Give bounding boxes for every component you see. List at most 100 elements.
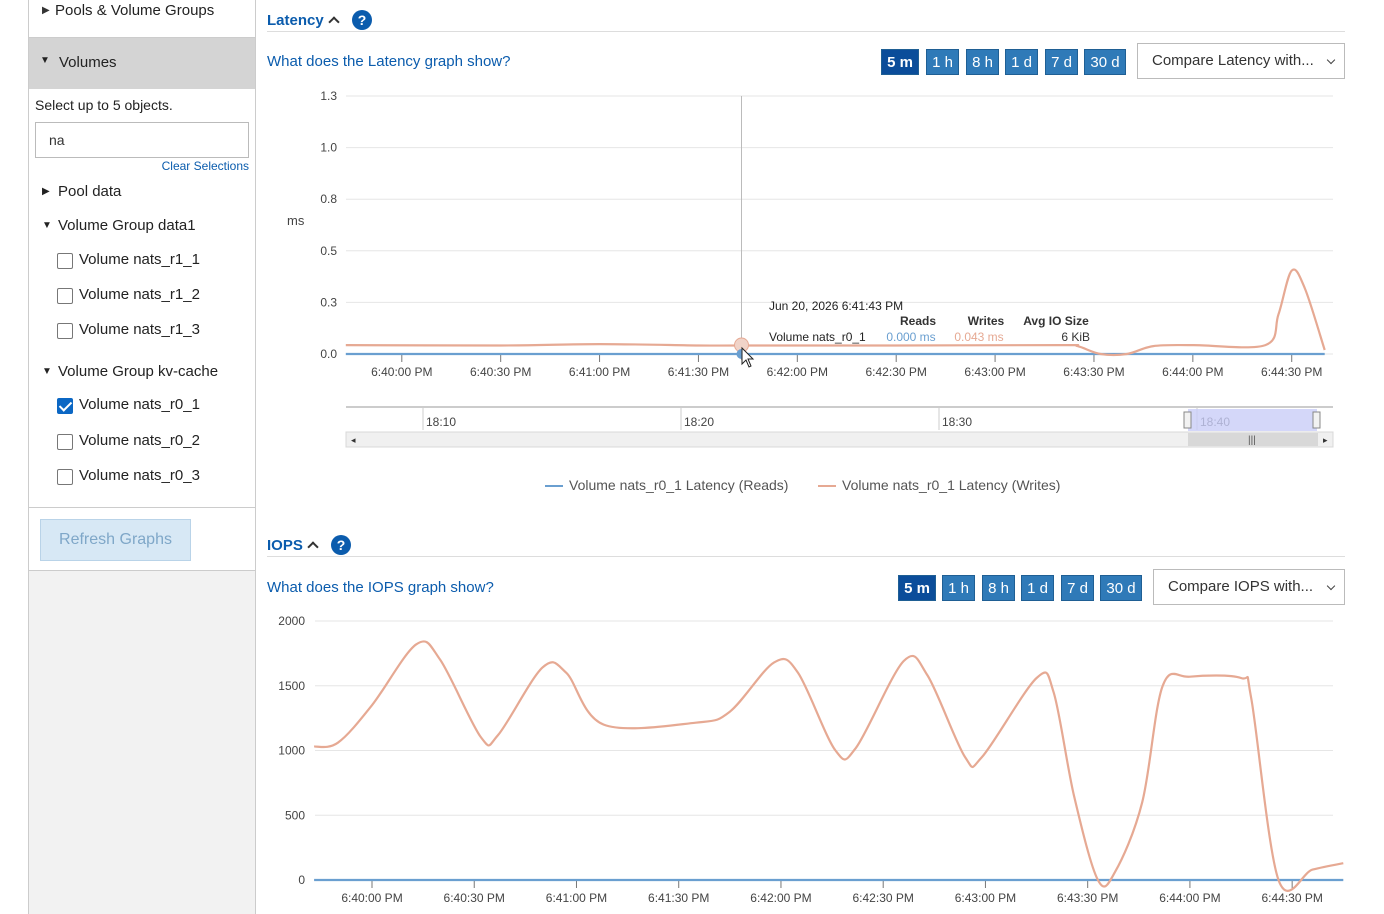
volume-label: Volume nats_r1_2 (79, 286, 200, 303)
scroll-left-icon: ◂ (351, 435, 356, 445)
tooltip-writes-value: 0.043 ms (954, 330, 1003, 344)
sidebar-pools-volume-groups[interactable]: ▶ Pools & Volume Groups (29, 0, 255, 38)
caret-down-icon: ▼ (40, 55, 50, 66)
volume-checkbox-row[interactable]: Volume nats_r1_2 (29, 285, 255, 311)
iops-section-title[interactable]: IOPS (267, 537, 319, 554)
tooltip-row-label: Volume nats_r0_1 (769, 330, 866, 344)
x-tick-label: 6:42:30 PM (853, 891, 914, 905)
tree-item-label: Volume Group kv-cache (58, 363, 219, 380)
x-tick-label: 6:40:00 PM (371, 365, 432, 379)
volume-checkbox-row[interactable]: Volume nats_r0_3 (29, 466, 255, 492)
x-tick-label: 6:40:00 PM (341, 891, 402, 905)
caret-down-icon: ▼ (42, 366, 52, 377)
section-divider (267, 31, 1345, 32)
x-tick-label: 6:40:30 PM (470, 365, 531, 379)
volume-label: Volume nats_r0_3 (79, 467, 200, 484)
navigator-selection (1188, 409, 1317, 431)
navigator-scrollbar (345, 431, 1334, 448)
volume-label: Volume nats_r1_1 (79, 251, 200, 268)
section-divider (267, 556, 1345, 557)
caret-right-icon: ▶ (42, 5, 50, 16)
chevron-up-icon (307, 541, 319, 553)
sidebar-volumes[interactable]: ▼ Volumes (29, 38, 255, 89)
volume-checkbox-row[interactable]: Volume nats_r1_1 (29, 250, 255, 276)
tooltip-io-value: 6 KiB (1061, 330, 1090, 344)
refresh-graphs-button[interactable]: Refresh Graphs (40, 519, 191, 561)
time-range-7d-button[interactable]: 7 d (1045, 49, 1078, 75)
volume-checkbox-row[interactable]: Volume nats_r0_1 (29, 395, 255, 421)
y-tick-label: 0 (298, 873, 305, 887)
navigator-handle-right (1312, 411, 1321, 429)
checkbox[interactable] (57, 288, 73, 304)
time-range-8h-button[interactable]: 8 h (982, 575, 1015, 601)
chevron-up-icon (328, 16, 340, 28)
help-icon[interactable]: ? (331, 535, 351, 555)
x-tick-label: 6:41:00 PM (546, 891, 607, 905)
scroll-grip-icon: ||| (1248, 435, 1256, 446)
help-icon[interactable]: ? (352, 10, 372, 30)
select-value: Compare IOPS with... (1168, 578, 1314, 595)
x-tick-label: 6:44:00 PM (1159, 891, 1220, 905)
x-tick-label: 6:41:30 PM (648, 891, 709, 905)
y-tick-label: 1000 (278, 744, 305, 758)
checkbox[interactable] (57, 469, 73, 485)
tooltip-col-writes: Writes (968, 314, 1005, 328)
search-input[interactable]: na (35, 122, 249, 158)
checkbox-checked[interactable] (57, 398, 73, 414)
time-range-1d-button[interactable]: 1 d (1021, 575, 1054, 601)
volume-checkbox-row[interactable]: Volume nats_r1_3 (29, 320, 255, 346)
volume-checkbox-row[interactable]: Volume nats_r0_2 (29, 431, 255, 457)
tree-volume-group-data1[interactable]: ▼ Volume Group data1 (29, 216, 255, 242)
legend-label: Volume nats_r0_1 Latency (Reads) (569, 477, 789, 493)
divider (29, 507, 255, 508)
clear-selections-link[interactable]: Clear Selections (162, 159, 249, 173)
compare-latency-select[interactable]: Compare Latency with... (1137, 43, 1345, 79)
x-tick-label: 6:44:30 PM (1261, 891, 1322, 905)
y-tick-label: 0.5 (320, 244, 337, 258)
cursor-icon (741, 346, 755, 368)
latency-info-link[interactable]: What does the Latency graph show? (267, 53, 511, 70)
x-tick-label: 6:43:00 PM (964, 365, 1025, 379)
y-axis-label: ms (287, 213, 305, 228)
iops-info-link[interactable]: What does the IOPS graph show? (267, 579, 494, 596)
select-value: Compare Latency with... (1152, 52, 1314, 69)
time-range-5m-button[interactable]: 5 m (881, 49, 919, 75)
legend-swatch (818, 485, 836, 488)
time-range-1h-button[interactable]: 1 h (942, 575, 975, 601)
iops-chart[interactable]: 0 500 1000 1500 2000 6:40:00 PM 6:40:30 PM 6:41… (260, 606, 1350, 914)
tree-item-label: Pool data (58, 183, 122, 200)
volume-label: Volume nats_r0_1 (79, 396, 200, 413)
time-range-1d-button[interactable]: 1 d (1005, 49, 1038, 75)
time-range-8h-button[interactable]: 8 h (966, 49, 999, 75)
time-range-1h-button[interactable]: 1 h (926, 49, 959, 75)
tree-pool-data[interactable]: ▶ Pool data (29, 182, 255, 208)
navigator-label: 18:30 (942, 415, 972, 429)
volume-label: Volume nats_r1_3 (79, 321, 200, 338)
time-range-7d-button[interactable]: 7 d (1061, 575, 1094, 601)
checkbox[interactable] (57, 323, 73, 339)
time-range-30d-button[interactable]: 30 d (1100, 575, 1142, 601)
y-tick-label: 2000 (278, 614, 305, 628)
x-tick-label: 6:41:00 PM (569, 365, 630, 379)
latency-chart[interactable]: 0.0 0.3 0.5 0.8 1.0 1.3 ms 6:40:00 PM 6:40:30 PM… (260, 80, 1350, 460)
legend-item-writes[interactable]: Volume nats_r0_1 Latency (Writes) (818, 477, 1060, 493)
tooltip-col-io: Avg IO Size (1023, 314, 1089, 328)
latency-section-title[interactable]: Latency (267, 12, 340, 29)
time-range-30d-button[interactable]: 30 d (1084, 49, 1126, 75)
sidebar-item-label: Volumes (59, 54, 117, 71)
legend-item-reads[interactable]: Volume nats_r0_1 Latency (Reads) (545, 477, 788, 493)
checkbox[interactable] (57, 434, 73, 450)
navigator-label: 18:10 (426, 415, 456, 429)
volume-selection-panel: Select up to 5 objects. na Clear Selecti… (29, 89, 255, 571)
checkbox[interactable] (57, 253, 73, 269)
y-tick-label: 0.0 (320, 347, 337, 361)
tooltip-col-reads: Reads (900, 314, 936, 328)
tree-volume-group-kv-cache[interactable]: ▼ Volume Group kv-cache (29, 362, 255, 388)
x-tick-label: 6:41:30 PM (668, 365, 729, 379)
x-tick-label: 6:44:00 PM (1162, 365, 1223, 379)
compare-iops-select[interactable]: Compare IOPS with... (1153, 569, 1345, 605)
y-tick-label: 1.3 (320, 89, 337, 103)
time-range-5m-button[interactable]: 5 m (898, 575, 936, 601)
x-tick-label: 6:43:30 PM (1063, 365, 1124, 379)
tooltip-date: Jun 20, 2026 6:41:43 PM (769, 299, 903, 313)
